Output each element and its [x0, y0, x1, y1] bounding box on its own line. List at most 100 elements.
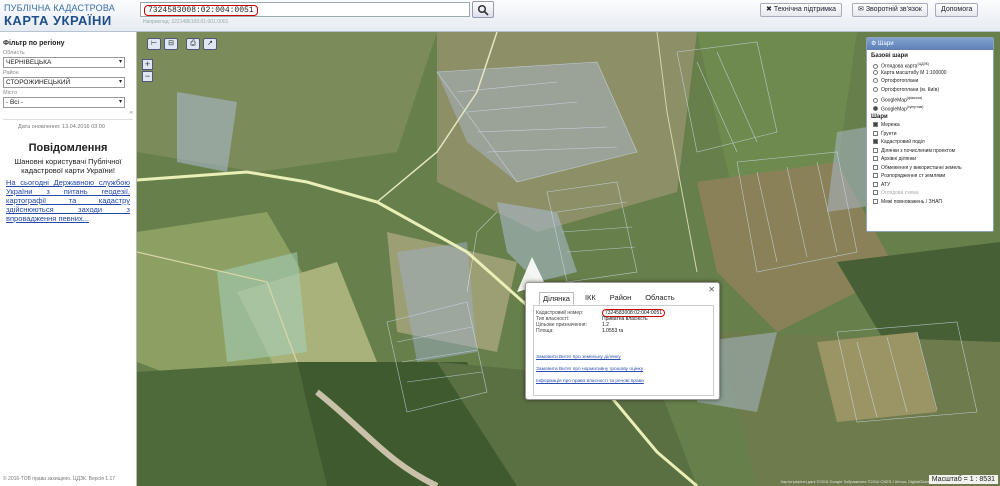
layer-label: Межі повноважень / ЗНАП — [881, 198, 943, 205]
layer-label: Оглядова схема — [881, 190, 919, 196]
zoom-out-button[interactable]: − — [142, 71, 153, 82]
base-layer-option[interactable]: GoogleMap(супутник) — [873, 103, 993, 112]
layer-label: Кадастровий поділ — [881, 139, 925, 145]
search-button[interactable] — [472, 1, 494, 18]
overlay-layer-option[interactable]: АТУ — [873, 181, 993, 190]
checkbox-icon — [873, 130, 878, 136]
header: ПУБЛІЧНА КАДАСТРОВА КАРТА УКРАЇНИ 732458… — [0, 0, 1000, 32]
checkbox-icon — [873, 164, 878, 170]
ruler-tool-button[interactable]: ⊢ — [147, 38, 161, 50]
layers-header-label: Шари — [878, 41, 894, 47]
overlay-layer-option[interactable]: Ділянки з почисленим проектом — [873, 147, 993, 156]
base-layer-option[interactable]: GoogleMap(фізична) — [873, 94, 993, 104]
city-value: - Всі - — [6, 99, 23, 106]
layer-label: Ортофотоплани (м. Київ) — [881, 86, 940, 93]
filter-title: Фільтр по регіону — [3, 40, 65, 47]
site-logo[interactable]: ПУБЛІЧНА КАДАСТРОВА КАРТА УКРАЇНИ — [4, 3, 115, 28]
support-label: Технічна підтримка — [773, 6, 837, 13]
layers-header[interactable]: ⚙ Шари — [867, 38, 993, 50]
message-link[interactable]: На сьогодні Державною службою України з … — [6, 178, 130, 223]
layer-label: Ділянки з почисленим проектом — [881, 147, 956, 154]
message-body: Шановні користувачі Публічної кадастрово… — [14, 157, 122, 175]
base-layer-option[interactable]: Карта масштабу М 1:100000 — [873, 69, 993, 78]
parcel-popup: ✕ Ділянка ІКК Район Область Кадастровий ном… — [525, 282, 720, 400]
overlay-layer-option[interactable]: Ґрунти — [873, 130, 993, 139]
checkbox-icon — [873, 181, 878, 187]
checkbox-icon — [873, 198, 878, 204]
map-scale: Масштаб = 1 : 8531 — [928, 475, 998, 484]
city-select[interactable]: - Всі - ▾ — [3, 97, 125, 108]
popup-link[interactable]: Замовити Витяг про земельну ділянку — [536, 355, 713, 360]
popup-links: Замовити Витяг про земельну ділянку Замов… — [534, 355, 713, 384]
help-button[interactable]: Допомога — [935, 3, 979, 17]
search-icon — [477, 4, 489, 16]
layer-label: Мережа — [881, 122, 900, 128]
district-value: СТОРОЖИНЕЦЬКИЙ — [6, 79, 71, 86]
gear-icon: ⚙ — [871, 41, 879, 47]
radio-icon — [873, 106, 878, 112]
popup-body: Кадастровий номер: 7324583008:02:004:0051… — [533, 305, 714, 396]
popup-tab[interactable]: Область — [642, 292, 677, 305]
layer-label: Ортофотоплани — [881, 78, 919, 84]
overlay-layer-option[interactable]: Кадастровий поділ — [873, 138, 993, 147]
zoom-in-button[interactable]: + — [142, 59, 153, 70]
base-layers-title: Базові шари — [871, 53, 908, 59]
layer-label: GoogleMap — [881, 106, 907, 113]
caret-down-icon: ▾ — [118, 59, 122, 65]
overlay-layer-option[interactable]: Мережа — [873, 121, 993, 130]
share-button[interactable]: ↗ — [203, 38, 217, 50]
popup-tab[interactable]: Ділянка — [539, 292, 574, 305]
layers-panel: ⚙ Шари Базові шари Оглядова карта(ЦДЗК) К… — [866, 37, 994, 232]
caret-down-icon: ▾ — [118, 99, 122, 105]
feedback-button[interactable]: ✉ Зворотній зв'язок — [852, 3, 928, 17]
region-select[interactable]: ЧЕРНІВЕЦЬКА ▾ — [3, 57, 125, 68]
overlay-layer-option[interactable]: Межі повноважень / ЗНАП — [873, 198, 993, 207]
popup-tab[interactable]: Район — [607, 292, 634, 305]
copyright: © 2016-ТОВ права захищено. ЦДЗК. Версія … — [3, 476, 115, 482]
envelope-icon: ✉ — [858, 6, 866, 13]
base-layer-option[interactable]: Оглядова карта(ЦДЗК) — [873, 60, 993, 70]
checkbox-icon — [873, 147, 878, 153]
print-button[interactable]: ⎙ — [186, 38, 200, 50]
map-view[interactable]: ⊢ ⊟ ⎙ ↗ + − ⚙ Шари Базові шари Оглядова … — [137, 32, 1000, 486]
popup-tab[interactable]: ІКК — [582, 292, 599, 305]
overlay-layer-option[interactable]: Обмеження у використанні земель — [873, 164, 993, 173]
base-layer-option[interactable]: Ортофотоплани — [873, 77, 993, 86]
layer-sup: (ЦДЗК) — [917, 62, 929, 66]
support-button[interactable]: ✖ Технічна підтримка — [760, 3, 843, 17]
overlay-layer-option[interactable]: Оглядова схема — [873, 189, 993, 198]
sidebar: Фільтр по регіону Область ЧЕРНІВЕЦЬКА ▾ Р… — [0, 32, 137, 486]
popup-link[interactable]: Замовити Витяг про нормативну грошову оц… — [536, 367, 713, 372]
region-label: Область — [3, 50, 25, 56]
layer-sup: (фізична) — [906, 96, 923, 100]
layer-label: Розпорядження ст землями — [881, 173, 946, 179]
collapse-icon[interactable]: « — [130, 110, 133, 116]
popup-link[interactable]: Інформація про право власності та речові… — [536, 379, 713, 384]
layer-label: Карта масштабу М 1:100000 — [881, 69, 947, 76]
layer-label: Обмеження у використанні земель — [881, 164, 962, 171]
radio-icon — [873, 86, 878, 92]
layer-sup: (супутник) — [906, 104, 924, 109]
update-date: Дата оновлення: 13.04.2016 03:00 — [18, 124, 105, 130]
checkbox-icon — [873, 173, 878, 178]
popup-rows: Кадастровий номер: 7324583008:02:004:0051… — [534, 309, 713, 334]
popup-row-value: 1.0553 га — [602, 328, 624, 334]
search-hint: Наприклад: 3221486100:01:001:0001 — [143, 19, 229, 25]
overlay-layer-option[interactable]: Розпорядження ст землями — [873, 172, 993, 181]
map-attribution: Картографічні дані ©2016 Google Зображен… — [780, 479, 930, 484]
layer-label: АТУ — [881, 181, 891, 188]
logo-line2: КАРТА УКРАЇНИ — [4, 13, 112, 28]
close-icon[interactable]: ✕ — [708, 285, 715, 294]
checkbox-icon — [873, 139, 878, 144]
overlay-layer-option[interactable]: Архівні ділянки — [873, 155, 993, 164]
area-tool-button[interactable]: ⊟ — [164, 38, 178, 50]
radio-icon — [873, 97, 878, 103]
popup-row-key: Площа: — [536, 328, 554, 334]
layer-label: Ґрунти — [881, 130, 897, 137]
district-select[interactable]: СТОРОЖИНЕЦЬКИЙ ▾ — [3, 77, 125, 88]
search-input[interactable]: 7324583008:02:004:0051 — [140, 2, 470, 17]
radio-icon — [873, 69, 878, 75]
base-layer-option[interactable]: Ортофотоплани (м. Київ) — [873, 86, 993, 95]
base-layer-list: Оглядова карта(ЦДЗК) Карта масштабу М 1:1… — [867, 60, 993, 112]
message-title: Повідомлення — [28, 142, 108, 154]
